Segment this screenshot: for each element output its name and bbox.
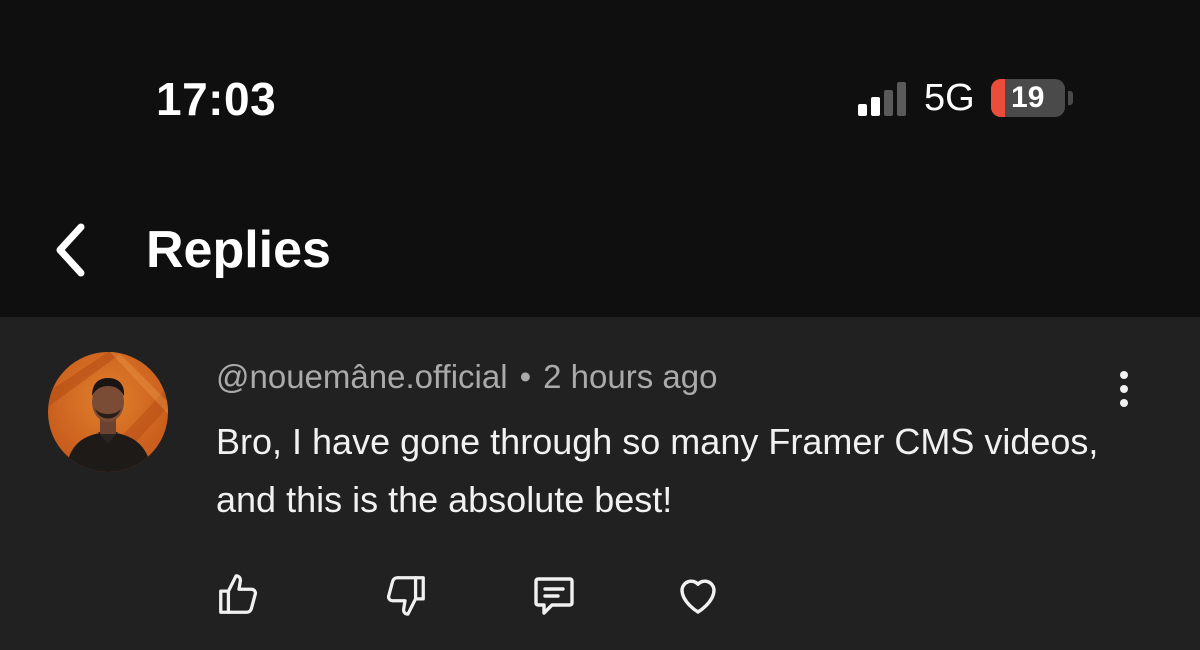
- battery-level: 19: [1011, 81, 1045, 114]
- replies-screen: 17:03 5G 19 Replies @nouemâne.official •…: [0, 0, 1200, 650]
- reply-button[interactable]: [530, 571, 578, 619]
- battery-icon: 19: [990, 79, 1065, 117]
- like-button[interactable]: [214, 571, 262, 619]
- signal-bar: [858, 104, 867, 116]
- comment-meta: @nouemâne.official • 2 hours ago: [216, 355, 717, 399]
- battery-cap: [1067, 91, 1073, 105]
- more-vertical-icon: [1120, 371, 1128, 379]
- status-time: 17:03: [156, 73, 277, 125]
- more-options-button[interactable]: [1102, 365, 1146, 413]
- comment-icon: [534, 577, 574, 615]
- status-indicators: 5G 19: [858, 76, 1073, 120]
- heart-icon: [680, 579, 716, 614]
- page-title: Replies: [146, 221, 331, 279]
- signal-bar: [884, 90, 893, 116]
- comment-timestamp: 2 hours ago: [543, 358, 718, 395]
- back-button[interactable]: [40, 218, 100, 282]
- status-bar: 17:03 5G 19: [0, 0, 1200, 190]
- comment-text: Bro, I have gone through so many Framer …: [216, 421, 1099, 520]
- more-vertical-icon-dot: [1120, 385, 1128, 393]
- avatar-photo: [48, 352, 168, 472]
- network-type: 5G: [924, 77, 975, 119]
- comment-actions: [0, 565, 1200, 625]
- meta-separator: •: [519, 358, 532, 395]
- avatar[interactable]: [48, 352, 168, 472]
- cellular-signal-icon: [858, 80, 906, 116]
- more-vertical-icon-dot: [1120, 399, 1128, 407]
- thumbs-down-icon: [386, 576, 425, 616]
- signal-bar: [871, 97, 880, 116]
- thumbs-up-icon: [219, 574, 258, 614]
- signal-bar: [897, 82, 906, 116]
- comment-author[interactable]: @nouemâne.official: [216, 358, 508, 395]
- header: Replies: [0, 190, 1200, 317]
- dislike-button[interactable]: [382, 571, 430, 619]
- chevron-left-icon: [56, 223, 85, 277]
- comment-card: @nouemâne.official • 2 hours ago Bro, I ha…: [0, 317, 1200, 650]
- heart-button[interactable]: [674, 571, 722, 619]
